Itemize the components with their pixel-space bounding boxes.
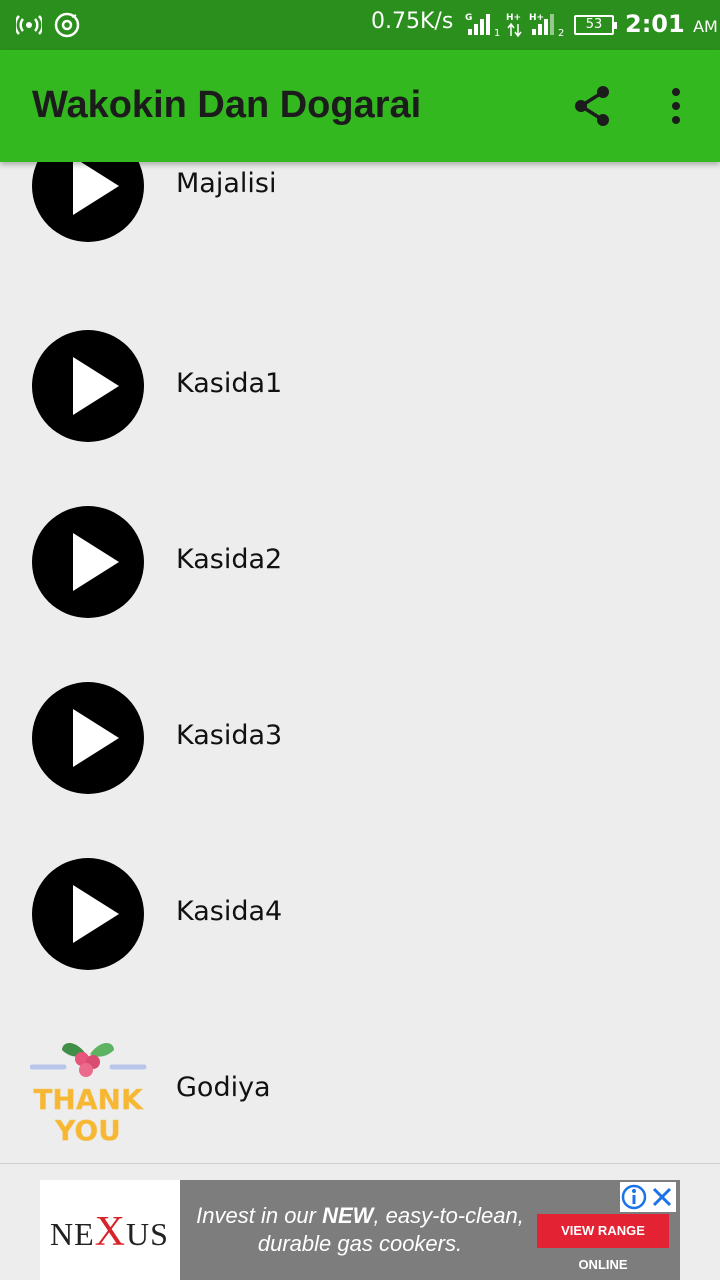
list-item-label: Kasida1 — [176, 368, 283, 399]
share-button[interactable] — [566, 80, 618, 132]
list-item-godiya[interactable]: THANK YOU Godiya — [0, 1002, 720, 1163]
ad-logo-panel: NEXUS — [40, 1180, 180, 1280]
clock: 2:01 AM — [625, 10, 718, 38]
clock-time: 2:01 — [625, 10, 685, 38]
song-list: Majalisi Kasida1 Kasida2 Kasida3 Kasida4 — [0, 162, 720, 1163]
app-bar: Wakokin Dan Dogarai — [0, 50, 720, 162]
svg-text:2: 2 — [558, 28, 564, 39]
ad-text-part: Invest in our — [196, 1203, 323, 1228]
info-icon[interactable] — [620, 1182, 648, 1212]
divider — [0, 1163, 720, 1164]
ad-cta-button[interactable]: VIEW RANGE ONLINE — [537, 1214, 669, 1272]
play-button[interactable] — [32, 330, 144, 442]
clock-ampm: AM — [693, 17, 718, 36]
play-icon — [73, 885, 119, 943]
play-icon — [73, 709, 119, 767]
music-disc-icon — [54, 12, 80, 38]
thank-you-line1: THANK — [33, 1083, 144, 1116]
share-icon — [575, 86, 609, 126]
list-item-kasida4[interactable]: Kasida4 — [0, 826, 720, 1002]
ad-controls — [620, 1182, 676, 1212]
play-button[interactable] — [32, 506, 144, 618]
list-item-label: Kasida2 — [176, 544, 283, 575]
ad-brand-x: X — [94, 1209, 126, 1255]
network3-label: H+ — [529, 13, 544, 23]
list-item-kasida1[interactable]: Kasida1 — [0, 298, 720, 474]
battery-indicator: 53 — [574, 15, 617, 35]
ad-brand-part: NE — [50, 1216, 95, 1252]
network2-label: H+ — [506, 13, 521, 23]
list-item-label: Godiya — [176, 1072, 271, 1103]
play-button[interactable] — [32, 858, 144, 970]
network1-label: G — [465, 13, 472, 23]
play-button[interactable] — [32, 682, 144, 794]
close-icon[interactable] — [648, 1182, 676, 1212]
overflow-menu-button[interactable] — [656, 80, 696, 132]
play-icon — [73, 162, 119, 215]
ad-text-bold: NEW — [322, 1203, 374, 1228]
list-item-majalisi[interactable]: Majalisi — [0, 162, 720, 298]
network-speed: 0.75K/s — [371, 9, 454, 34]
data-arrows-icon: H+ — [506, 13, 522, 38]
list-item-label: Kasida3 — [176, 720, 283, 751]
ad-brand-part: US — [126, 1216, 169, 1252]
status-left-icons — [16, 12, 80, 38]
status-bar: 0.75K/s G 1 H+ H+ 2 53 2:01 AM — [0, 0, 720, 50]
ad-text: Invest in our NEW, easy-to-clean, durabl… — [190, 1202, 530, 1258]
app-title: Wakokin Dan Dogarai — [32, 84, 422, 126]
signal-2-icon: H+ 2 — [529, 13, 564, 39]
play-button[interactable] — [32, 162, 144, 242]
signal-icon: G 1 — [465, 13, 500, 39]
more-vert-icon — [672, 88, 680, 124]
list-item-kasida2[interactable]: Kasida2 — [0, 474, 720, 650]
list-item-label: Kasida4 — [176, 896, 283, 927]
play-icon — [73, 357, 119, 415]
play-icon — [73, 533, 119, 591]
thank-you-icon: THANK YOU — [29, 1032, 148, 1147]
ad-brand-logo: NEXUS — [50, 1208, 169, 1256]
list-item-kasida3[interactable]: Kasida3 — [0, 650, 720, 826]
ad-banner[interactable]: NEXUS Invest in our NEW, easy-to-clean, … — [40, 1180, 680, 1280]
list-item-label: Majalisi — [176, 168, 277, 199]
svg-text:1: 1 — [494, 28, 500, 39]
thank-you-line2: YOU — [54, 1114, 121, 1144]
hotspot-icon — [16, 15, 42, 35]
